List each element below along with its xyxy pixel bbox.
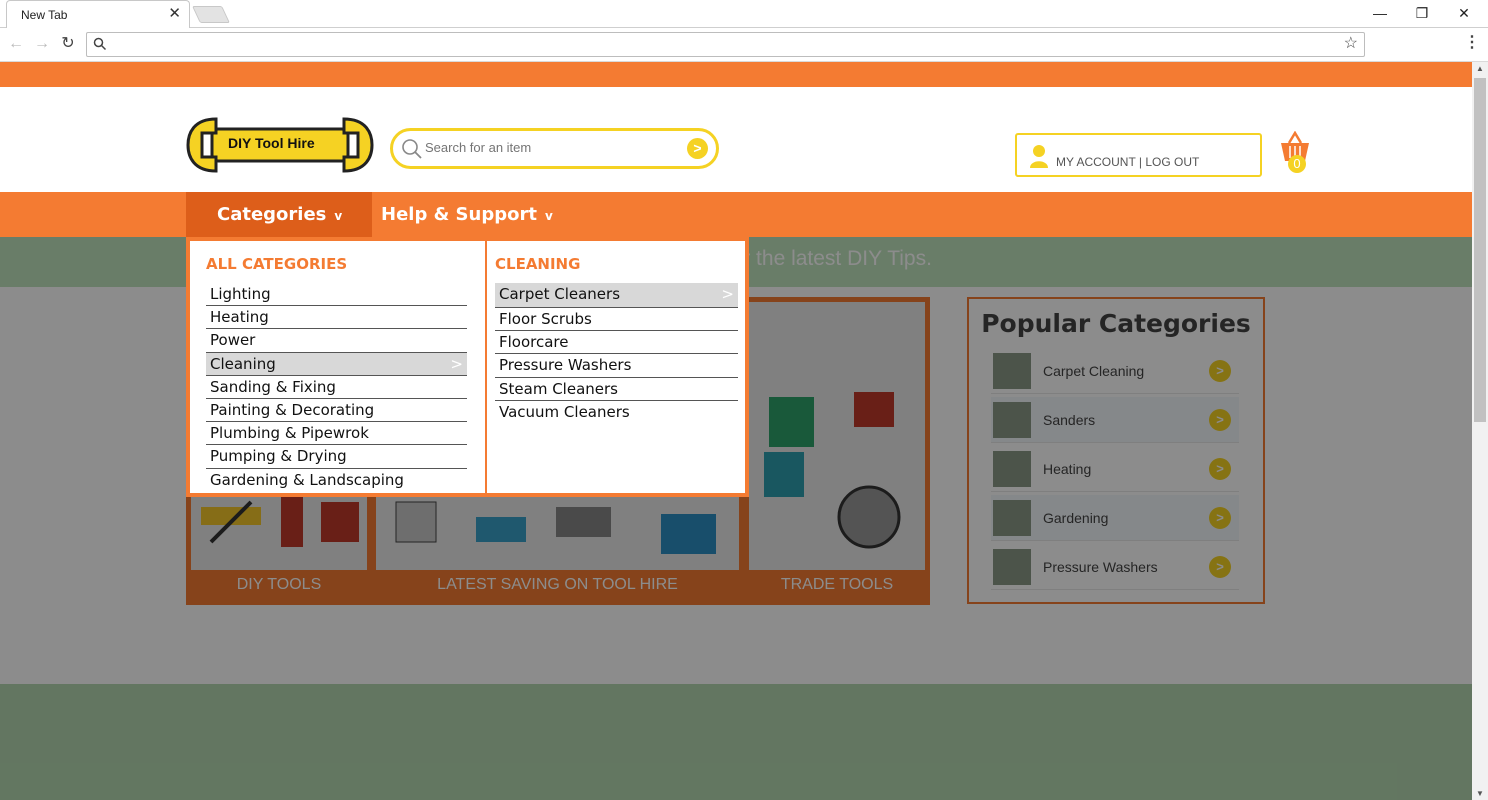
subcategory-item-label: Steam Cleaners xyxy=(499,379,618,398)
category-item-label: Painting & Decorating xyxy=(210,400,375,419)
tab-title: New Tab xyxy=(21,8,68,22)
category-item[interactable]: Pumping & Drying xyxy=(206,445,467,469)
logo-text: DIY Tool Hire xyxy=(228,135,315,151)
item-search-box[interactable]: > xyxy=(390,128,719,169)
nav-help-label: Help & Support xyxy=(381,204,537,225)
nav-categories[interactable]: Categories v xyxy=(186,192,372,237)
category-item-label: Gardening & Landscaping xyxy=(210,470,404,489)
main-nav: Categories v Help & Support v xyxy=(0,192,1472,237)
back-icon[interactable]: ← xyxy=(6,34,26,54)
browser-menu-icon[interactable]: ⋮ xyxy=(1464,34,1480,52)
site-header: DIY Tool Hire > MY ACCOUNT | LOG OUT xyxy=(0,87,1472,192)
category-item-label: Pumping & Drying xyxy=(210,447,347,466)
address-search-icon xyxy=(93,37,107,51)
category-item[interactable]: Gardening & Landscaping xyxy=(206,469,467,492)
subcategory-item[interactable]: Pressure Washers xyxy=(495,354,738,378)
category-item[interactable]: Lighting xyxy=(206,283,467,307)
page-scrollbar[interactable]: ▲ ▼ xyxy=(1472,62,1488,800)
search-input[interactable] xyxy=(425,140,675,155)
category-item-selected[interactable]: Cleaning > xyxy=(206,352,467,376)
top-strip xyxy=(0,62,1472,87)
category-item[interactable]: Heating xyxy=(206,306,467,330)
new-tab-button[interactable] xyxy=(192,6,230,23)
browser-tab-strip: New Tab ✕ — ❐ ✕ xyxy=(0,0,1488,28)
category-item-label: Plumbing & Pipewrok xyxy=(210,424,369,443)
subcategory-item[interactable]: Floor Scrubs xyxy=(495,308,738,332)
subcategory-item[interactable]: Vacuum Cleaners xyxy=(495,401,738,424)
page-viewport: DIY Tool Hire > MY ACCOUNT | LOG OUT xyxy=(0,62,1472,800)
chevron-right-icon: > xyxy=(450,354,463,373)
category-item-label: Lighting xyxy=(210,285,271,303)
chevron-down-icon: v xyxy=(334,209,343,223)
restore-icon[interactable]: ❐ xyxy=(1410,4,1434,22)
subcategory-list: Carpet Cleaners > Floor Scrubs Floorcare … xyxy=(495,283,738,424)
address-bar[interactable]: ☆ xyxy=(86,32,1365,57)
category-item[interactable]: Power xyxy=(206,329,467,353)
cart-count-badge: 0 xyxy=(1288,155,1306,173)
minimize-icon[interactable]: — xyxy=(1368,4,1392,22)
subcategory-item-label: Floorcare xyxy=(499,333,569,352)
subcategory-item[interactable]: Floorcare xyxy=(495,331,738,355)
category-item-label: Heating xyxy=(210,308,269,327)
category-item[interactable]: Painting & Decorating xyxy=(206,399,467,423)
scrollbar-thumb[interactable] xyxy=(1474,78,1486,422)
site-logo[interactable]: DIY Tool Hire xyxy=(186,115,374,175)
browser-tab[interactable]: New Tab ✕ xyxy=(6,0,190,28)
chevron-right-icon: > xyxy=(721,285,734,303)
tab-close-icon[interactable]: ✕ xyxy=(168,5,181,23)
category-item-label: Cleaning xyxy=(210,354,276,373)
address-input[interactable] xyxy=(111,36,1331,54)
scroll-down-icon[interactable]: ▼ xyxy=(1476,789,1484,798)
account-logout-link[interactable]: MY ACCOUNT | LOG OUT xyxy=(1056,155,1199,169)
subcategory-item[interactable]: Steam Cleaners xyxy=(495,378,738,401)
forward-icon[interactable]: → xyxy=(32,34,52,54)
categories-dropdown: ALL CATEGORIES CLEANING Lighting Heating… xyxy=(186,237,749,497)
categories-dropdown-body: ALL CATEGORIES CLEANING Lighting Heating… xyxy=(190,241,745,493)
category-item-label: Power xyxy=(210,331,256,350)
user-icon xyxy=(1030,145,1048,168)
subcategory-item-label: Floor Scrubs xyxy=(499,310,592,328)
subcategory-item-label: Pressure Washers xyxy=(499,356,632,375)
nav-help-support[interactable]: Help & Support v xyxy=(381,192,561,237)
subcategory-item-label: Carpet Cleaners xyxy=(499,285,621,303)
scroll-up-icon[interactable]: ▲ xyxy=(1476,64,1484,73)
dropdown-divider xyxy=(485,241,487,493)
window-close-icon[interactable]: ✕ xyxy=(1452,4,1476,22)
subcategory-heading: CLEANING xyxy=(495,255,581,273)
reload-icon[interactable]: ↻ xyxy=(58,34,78,54)
nav-categories-label: Categories xyxy=(217,204,327,225)
chevron-down-icon: v xyxy=(544,209,553,223)
category-item[interactable]: Plumbing & Pipewrok xyxy=(206,422,467,446)
bookmark-star-icon[interactable]: ☆ xyxy=(1344,35,1358,53)
category-list: Lighting Heating Power Cleaning > Sanding… xyxy=(206,283,467,492)
subcategory-item-selected[interactable]: Carpet Cleaners > xyxy=(495,283,738,308)
category-item-label: Sanding & Fixing xyxy=(210,377,336,396)
subcategory-item-label: Vacuum Cleaners xyxy=(499,402,630,421)
search-icon xyxy=(402,139,422,159)
account-box[interactable]: MY ACCOUNT | LOG OUT xyxy=(1015,133,1262,177)
all-categories-heading: ALL CATEGORIES xyxy=(206,255,348,273)
cart-button[interactable]: 0 xyxy=(1279,131,1311,175)
category-item[interactable]: Sanding & Fixing xyxy=(206,376,467,399)
browser-toolbar: ← → ↻ ☆ ⋮ xyxy=(0,28,1488,62)
search-submit-button[interactable]: > xyxy=(687,138,708,159)
